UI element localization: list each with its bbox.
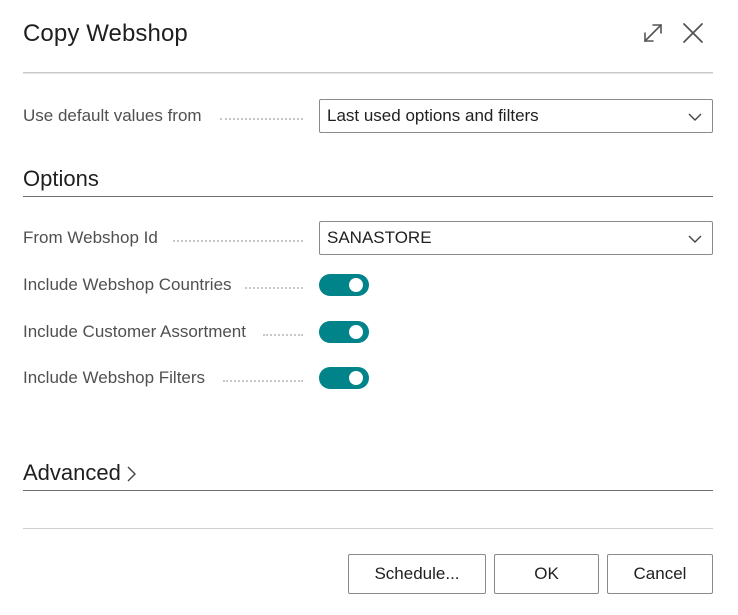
include-filters-row: Include Webshop Filters	[23, 361, 713, 395]
include-countries-row: Include Webshop Countries	[23, 268, 713, 302]
ok-button[interactable]: OK	[494, 554, 599, 594]
defaults-dropdown[interactable]: Last used options and filters	[319, 99, 713, 133]
copy-webshop-dialog: Copy Webshop Use default values from Las…	[0, 0, 738, 615]
from-webshop-value: SANASTORE	[327, 228, 432, 247]
chevron-down-icon	[688, 232, 702, 246]
label-leader-dots	[245, 285, 303, 289]
from-webshop-dropdown[interactable]: SANASTORE	[319, 221, 713, 255]
options-section-title: Options	[23, 166, 99, 191]
include-assortment-toggle[interactable]	[319, 321, 369, 343]
include-filters-label: Include Webshop Filters	[23, 368, 206, 387]
include-assortment-label: Include Customer Assortment	[23, 322, 246, 341]
footer-divider	[23, 528, 713, 529]
include-countries-label: Include Webshop Countries	[23, 275, 232, 294]
advanced-section-header[interactable]: Advanced	[23, 460, 137, 486]
include-filters-toggle[interactable]	[319, 367, 369, 389]
header-divider	[23, 72, 713, 74]
defaults-field-label: Use default values from	[23, 106, 202, 125]
label-leader-dots	[263, 332, 303, 336]
toggle-knob	[349, 325, 363, 339]
label-leader-dots	[223, 378, 303, 382]
toggle-knob	[349, 371, 363, 385]
include-assortment-row: Include Customer Assortment	[23, 315, 713, 349]
include-countries-toggle[interactable]	[319, 274, 369, 296]
defaults-field-row: Use default values from Last used option…	[23, 99, 713, 133]
defaults-dropdown-value: Last used options and filters	[327, 106, 539, 125]
cancel-button[interactable]: Cancel	[607, 554, 713, 594]
schedule-button[interactable]: Schedule...	[348, 554, 486, 594]
advanced-section-divider	[23, 490, 713, 491]
from-webshop-row: From Webshop Id SANASTORE	[23, 221, 713, 255]
advanced-section-title: Advanced	[23, 460, 121, 485]
dialog-title: Copy Webshop	[23, 20, 188, 47]
chevron-down-icon	[688, 110, 702, 124]
close-icon[interactable]	[680, 20, 706, 46]
label-leader-dots	[220, 116, 303, 120]
from-webshop-label: From Webshop Id	[23, 228, 158, 247]
expand-icon[interactable]	[640, 20, 666, 46]
label-leader-dots	[173, 238, 303, 242]
chevron-right-icon	[125, 465, 137, 483]
options-section-divider	[23, 196, 713, 197]
toggle-knob	[349, 278, 363, 292]
